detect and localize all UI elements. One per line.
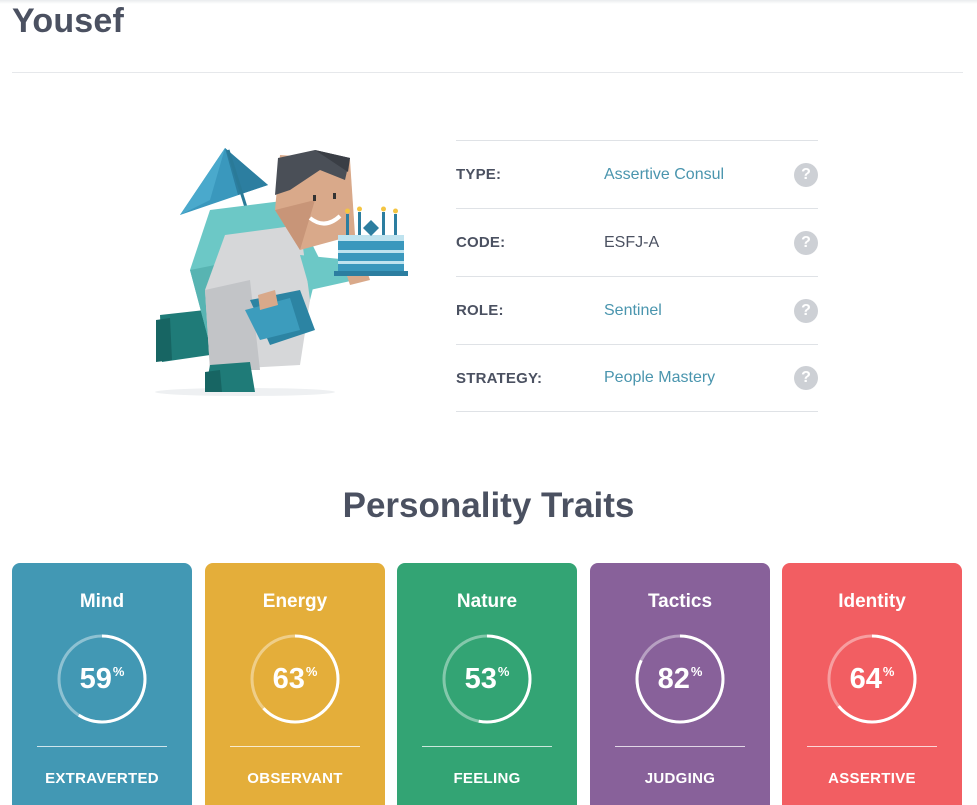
traits-section-title: Personality Traits bbox=[342, 486, 635, 525]
trait-name: FEELING bbox=[453, 770, 521, 787]
type-help-icon[interactable]: ? bbox=[794, 162, 818, 187]
consul-avatar-illustration bbox=[150, 140, 420, 405]
trait-percent: 64 bbox=[849, 662, 882, 695]
type-row: TYPE: Assertive Consul ? bbox=[456, 140, 818, 208]
trait-progress-ring: 82% bbox=[634, 633, 726, 725]
trait-name: JUDGING bbox=[644, 770, 716, 787]
strategy-row: STRATEGY: People Mastery ? bbox=[456, 344, 818, 412]
trait-percent: 63 bbox=[272, 662, 305, 695]
role-help-icon[interactable]: ? bbox=[794, 298, 818, 323]
card-divider bbox=[807, 746, 937, 747]
trait-progress-ring: 64% bbox=[826, 633, 918, 725]
avatar-svg bbox=[155, 148, 408, 396]
role-value-link[interactable]: Sentinel bbox=[604, 302, 794, 320]
card-divider bbox=[615, 746, 745, 747]
code-value: ESFJ-A bbox=[604, 233, 660, 251]
trait-card-nature[interactable]: Nature 53% FEELING bbox=[397, 563, 577, 805]
trait-card-tactics[interactable]: Tactics 82% JUDGING bbox=[590, 563, 770, 805]
header-divider bbox=[12, 72, 963, 73]
trait-progress-ring: 63% bbox=[249, 633, 341, 725]
trait-card-title: Tactics bbox=[647, 591, 713, 612]
trait-progress-ring: 59% bbox=[56, 633, 148, 725]
type-info-table: TYPE: Assertive Consul ? CODE: ESFJ-A ? … bbox=[456, 140, 818, 412]
role-label: ROLE: bbox=[456, 302, 504, 319]
trait-card-mind[interactable]: Mind 59% EXTRAVERTED bbox=[12, 563, 192, 805]
code-label: CODE: bbox=[456, 234, 506, 251]
trait-name: OBSERVANT bbox=[247, 770, 343, 787]
trait-percent: 59 bbox=[79, 662, 112, 695]
trait-percent: 53 bbox=[464, 662, 497, 695]
percent-unit: % bbox=[690, 663, 703, 679]
trait-card-identity[interactable]: Identity 64% ASSERTIVE bbox=[782, 563, 962, 805]
trait-card-title: Energy bbox=[262, 591, 328, 612]
profile-name: Yousef bbox=[12, 2, 125, 40]
trait-card-title: Mind bbox=[79, 591, 125, 612]
strategy-label: STRATEGY: bbox=[456, 369, 543, 387]
trait-progress-ring: 53% bbox=[441, 633, 533, 725]
type-label: TYPE: bbox=[456, 166, 502, 183]
trait-name: ASSERTIVE bbox=[828, 770, 916, 787]
percent-unit: % bbox=[882, 663, 895, 679]
trait-card-title: Identity bbox=[838, 591, 906, 612]
trait-card-energy[interactable]: Energy 63% OBSERVANT bbox=[205, 563, 385, 805]
code-row: CODE: ESFJ-A ? bbox=[456, 208, 818, 276]
percent-unit: % bbox=[497, 663, 510, 679]
percent-unit: % bbox=[112, 663, 125, 679]
strategy-help-icon[interactable]: ? bbox=[794, 366, 818, 390]
trait-card-title: Nature bbox=[456, 591, 518, 612]
trait-cards: Mind 59% EXTRAVERTED Energy 63% OBSERVAN… bbox=[12, 563, 963, 805]
trait-percent: 82 bbox=[657, 662, 690, 695]
percent-unit: % bbox=[305, 663, 318, 679]
type-value-link[interactable]: Assertive Consul bbox=[604, 166, 794, 184]
role-row: ROLE: Sentinel ? bbox=[456, 276, 818, 344]
strategy-value-link[interactable]: People Mastery bbox=[604, 369, 794, 387]
card-divider bbox=[230, 746, 360, 747]
card-divider bbox=[37, 746, 167, 747]
code-help-icon[interactable]: ? bbox=[794, 230, 818, 255]
top-shadow bbox=[0, 0, 977, 4]
trait-name: EXTRAVERTED bbox=[45, 770, 159, 787]
card-divider bbox=[422, 746, 552, 747]
